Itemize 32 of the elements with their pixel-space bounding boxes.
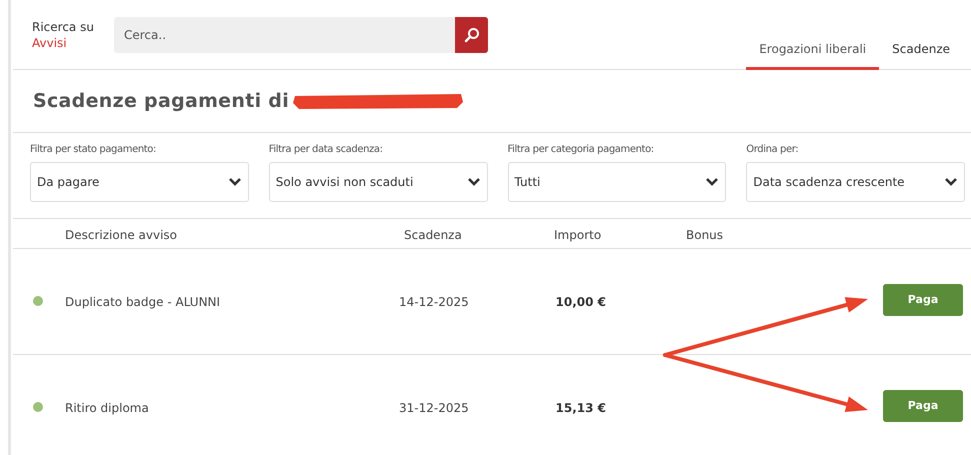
search-scope-link[interactable]: Avvisi bbox=[32, 34, 114, 50]
table-cell-text: Ritiro diploma bbox=[65, 400, 149, 417]
table-cell-text: 31-12-2025 bbox=[399, 400, 469, 417]
table-cell-text: Duplicato badge - ALUNNI bbox=[65, 294, 220, 311]
filter-dropdown[interactable]: Tutti bbox=[508, 162, 726, 202]
search-field[interactable]: Cerca.. bbox=[114, 16, 455, 52]
chevron-down-icon bbox=[705, 177, 720, 187]
search-label: Ricerca su bbox=[32, 18, 95, 34]
pay-button[interactable]: Paga bbox=[883, 390, 963, 422]
search-icon bbox=[464, 26, 480, 42]
column-header: Bonus bbox=[686, 227, 724, 244]
pay-button[interactable]: Paga bbox=[883, 284, 963, 316]
column-header: Descrizione avviso bbox=[65, 227, 178, 244]
tab[interactable]: Erogazioni liberali bbox=[746, 30, 880, 70]
table-cell-text: 15,13 € bbox=[556, 400, 606, 417]
filter-dropdown[interactable]: Da pagare bbox=[30, 162, 249, 202]
column-header: Importo bbox=[554, 227, 602, 244]
filter-dropdown[interactable]: Data scadenza crescente bbox=[746, 162, 965, 202]
search-button[interactable] bbox=[455, 16, 488, 52]
chevron-down-icon bbox=[228, 177, 242, 187]
tab[interactable]: Scadenze bbox=[879, 30, 963, 70]
chevron-down-icon bbox=[466, 177, 480, 187]
table-cell-text: 10,00 € bbox=[556, 294, 606, 311]
filter-label: Filtra per categoria pagamento: bbox=[508, 143, 655, 157]
column-header: Scadenza bbox=[404, 227, 462, 244]
filter-label: Filtra per data scadenza: bbox=[268, 143, 384, 157]
chevron-down-icon bbox=[944, 177, 958, 187]
filter-label: Filtra per stato pagamento: bbox=[30, 143, 157, 157]
filter-dropdown[interactable]: Solo avvisi non scaduti bbox=[268, 162, 488, 202]
table-cell-text: 14-12-2025 bbox=[399, 294, 469, 311]
filter-label: Ordina per: bbox=[746, 143, 800, 157]
page-title: Scadenze pagamenti di bbox=[33, 88, 290, 114]
